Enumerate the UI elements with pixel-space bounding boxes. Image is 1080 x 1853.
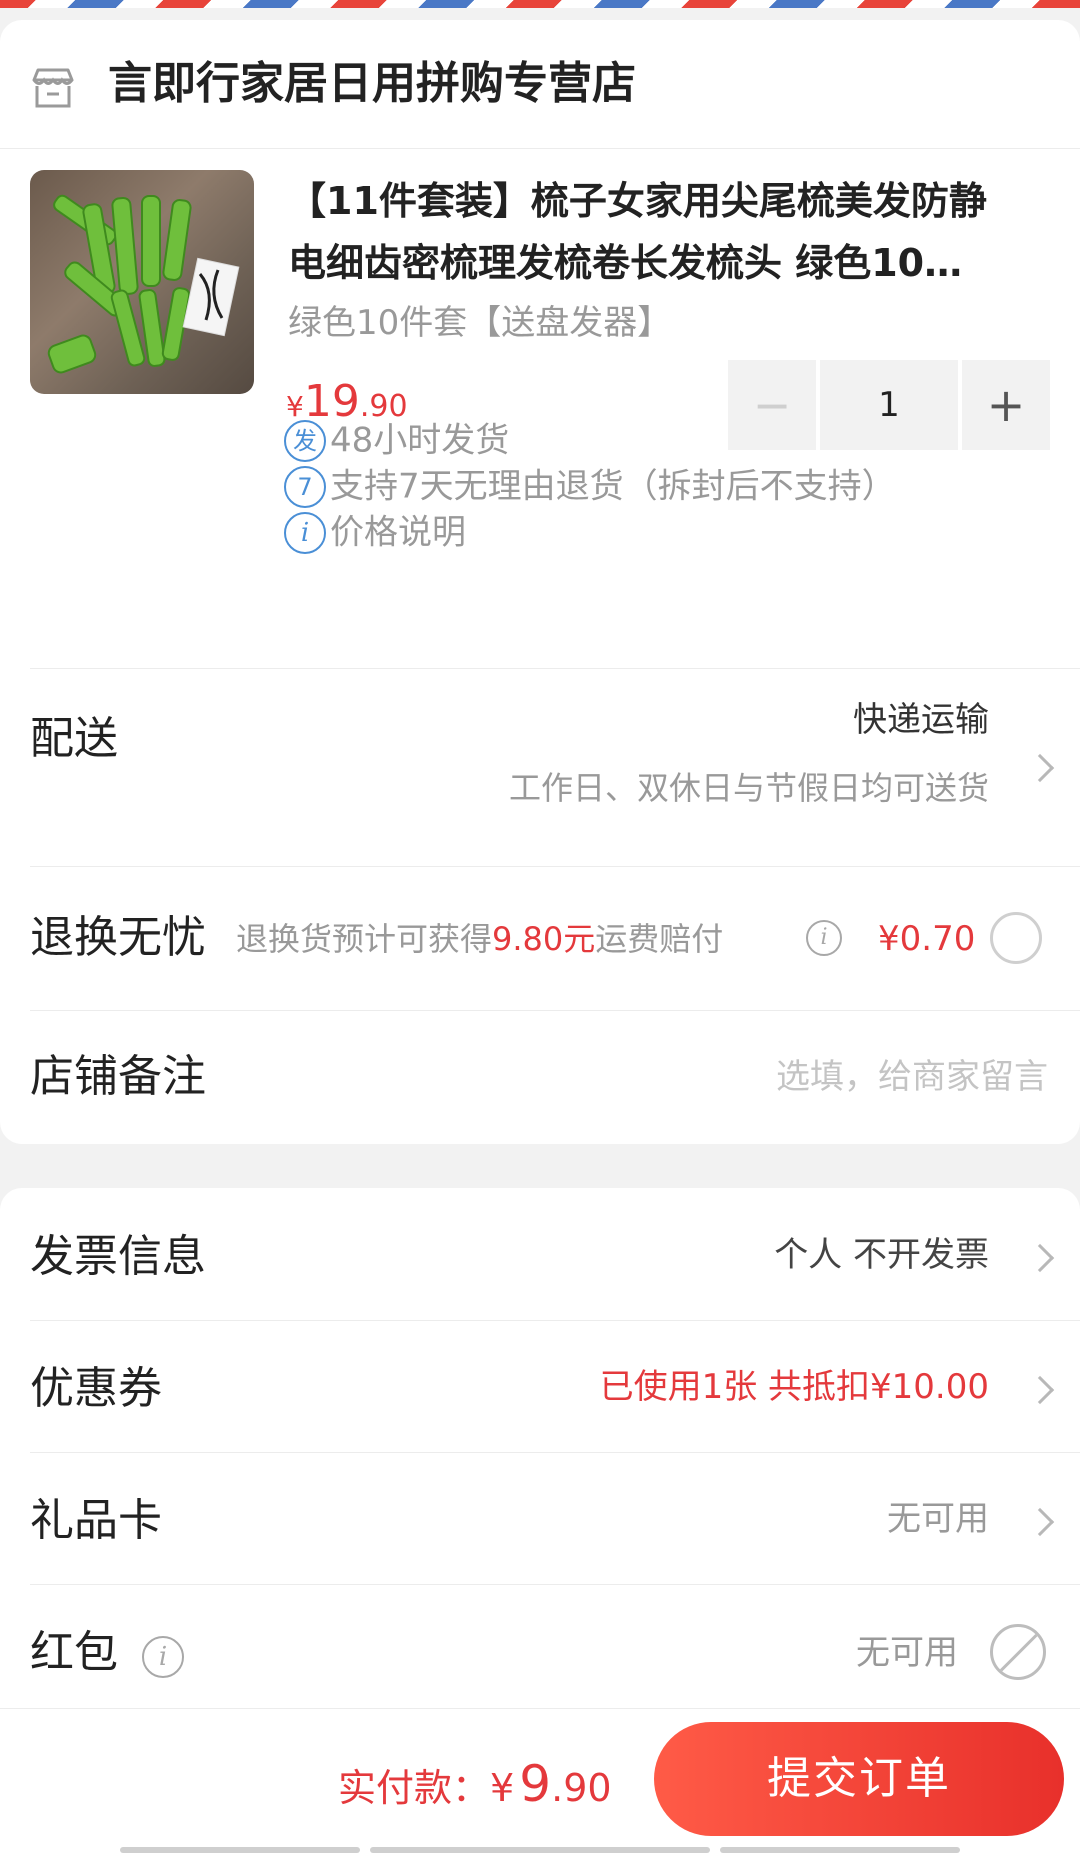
delivery-label: 配送 xyxy=(30,713,118,764)
pay-currency: ¥ xyxy=(490,1766,515,1810)
exchange-select-radio[interactable] xyxy=(990,912,1042,964)
divider xyxy=(30,1010,1080,1011)
invoice-label: 发票信息 xyxy=(30,1231,206,1282)
service-price-info[interactable]: i 价格说明 xyxy=(284,508,466,554)
info-icon[interactable]: i xyxy=(806,920,842,956)
exchange-desc-suffix: 运费赔付 xyxy=(595,920,724,958)
divider xyxy=(30,866,1080,867)
disabled-icon xyxy=(990,1624,1046,1680)
exchange-desc-amount: 9.80元 xyxy=(492,920,596,958)
bottom-bar: 实付款：¥ 9.90 提交订单 xyxy=(0,1708,1080,1853)
nav-indicator xyxy=(120,1847,360,1853)
divider xyxy=(30,1584,1080,1585)
gift-card-value: 无可用 xyxy=(887,1499,989,1539)
coupon-value: 已使用1张 共抵扣¥10.00 xyxy=(599,1367,989,1407)
service-text: 价格说明 xyxy=(330,512,466,553)
pay-integer: 9 xyxy=(519,1755,552,1813)
gift-card-label: 礼品卡 xyxy=(30,1495,162,1546)
product-sku[interactable]: 绿色10件套【送盘发器】 xyxy=(288,300,671,346)
quantity-stepper: − 1 + xyxy=(728,360,1050,450)
product-title[interactable]: 【11件套装】梳子女家用尖尾梳美发防静 电细齿密梳理发梳卷长发梳头 绿色10… xyxy=(288,170,1048,294)
comb-set-image xyxy=(47,194,240,374)
service-return: 7 支持7天无理由退货（拆封后不支持） xyxy=(284,462,896,508)
nav-indicator xyxy=(720,1847,960,1853)
coupon-label: 优惠券 xyxy=(30,1363,162,1414)
product-title-line-1: 【11件套装】梳子女家用尖尾梳美发防静 xyxy=(288,179,987,223)
delivery-method: 快递运输 xyxy=(853,700,989,740)
decrease-quantity-button[interactable]: − xyxy=(728,360,816,450)
pay-label: 实付款： xyxy=(338,1766,491,1810)
submit-order-button[interactable]: 提交订单 xyxy=(654,1722,1064,1836)
quantity-value[interactable]: 1 xyxy=(820,360,958,450)
seven-day-return-icon: 7 xyxy=(284,465,326,508)
exchange-desc-prefix: 退换货预计可获得 xyxy=(236,920,493,958)
red-packet-label: 红包 xyxy=(30,1627,118,1678)
increase-quantity-button[interactable]: + xyxy=(962,360,1050,450)
store-icon xyxy=(32,68,74,108)
shop-header[interactable]: 言即行家居日用拼购专营店 xyxy=(0,20,1080,149)
exchange-description: 退换货预计可获得9.80元运费赔付 xyxy=(236,917,723,961)
invoice-value: 个人 不开发票 xyxy=(774,1235,989,1275)
info-icon: i xyxy=(284,511,326,554)
shipping-badge-icon: 发 xyxy=(284,419,326,462)
total-payment: 实付款：¥ 9.90 xyxy=(338,1753,612,1827)
remark-label: 店铺备注 xyxy=(30,1051,206,1102)
service-shipping: 发 48小时发货 xyxy=(284,416,509,462)
remark-input[interactable]: 选填，给商家留言 xyxy=(776,1054,1048,1100)
exchange-label: 退换无忧 xyxy=(30,912,206,963)
red-packet-value: 无可用 xyxy=(856,1633,958,1673)
product-thumbnail[interactable] xyxy=(30,170,254,394)
nav-indicator xyxy=(370,1847,710,1853)
delivery-note: 工作日、双休日与节假日均可送货 xyxy=(508,769,989,807)
exchange-price: ¥0.70 xyxy=(878,919,976,959)
product-title-line-2: 电细齿密梳理发梳卷长发梳头 绿色10… xyxy=(288,241,963,285)
divider xyxy=(30,668,1080,669)
shop-name[interactable]: 言即行家居日用拼购专营店 xyxy=(108,56,636,112)
divider xyxy=(30,1452,1080,1453)
service-text: 48小时发货 xyxy=(330,420,510,461)
divider xyxy=(30,1320,1080,1321)
service-text: 支持7天无理由退货（拆封后不支持） xyxy=(330,466,896,507)
info-icon[interactable]: i xyxy=(142,1636,184,1678)
airmail-border xyxy=(0,0,1080,8)
pay-decimal: .90 xyxy=(551,1766,612,1810)
